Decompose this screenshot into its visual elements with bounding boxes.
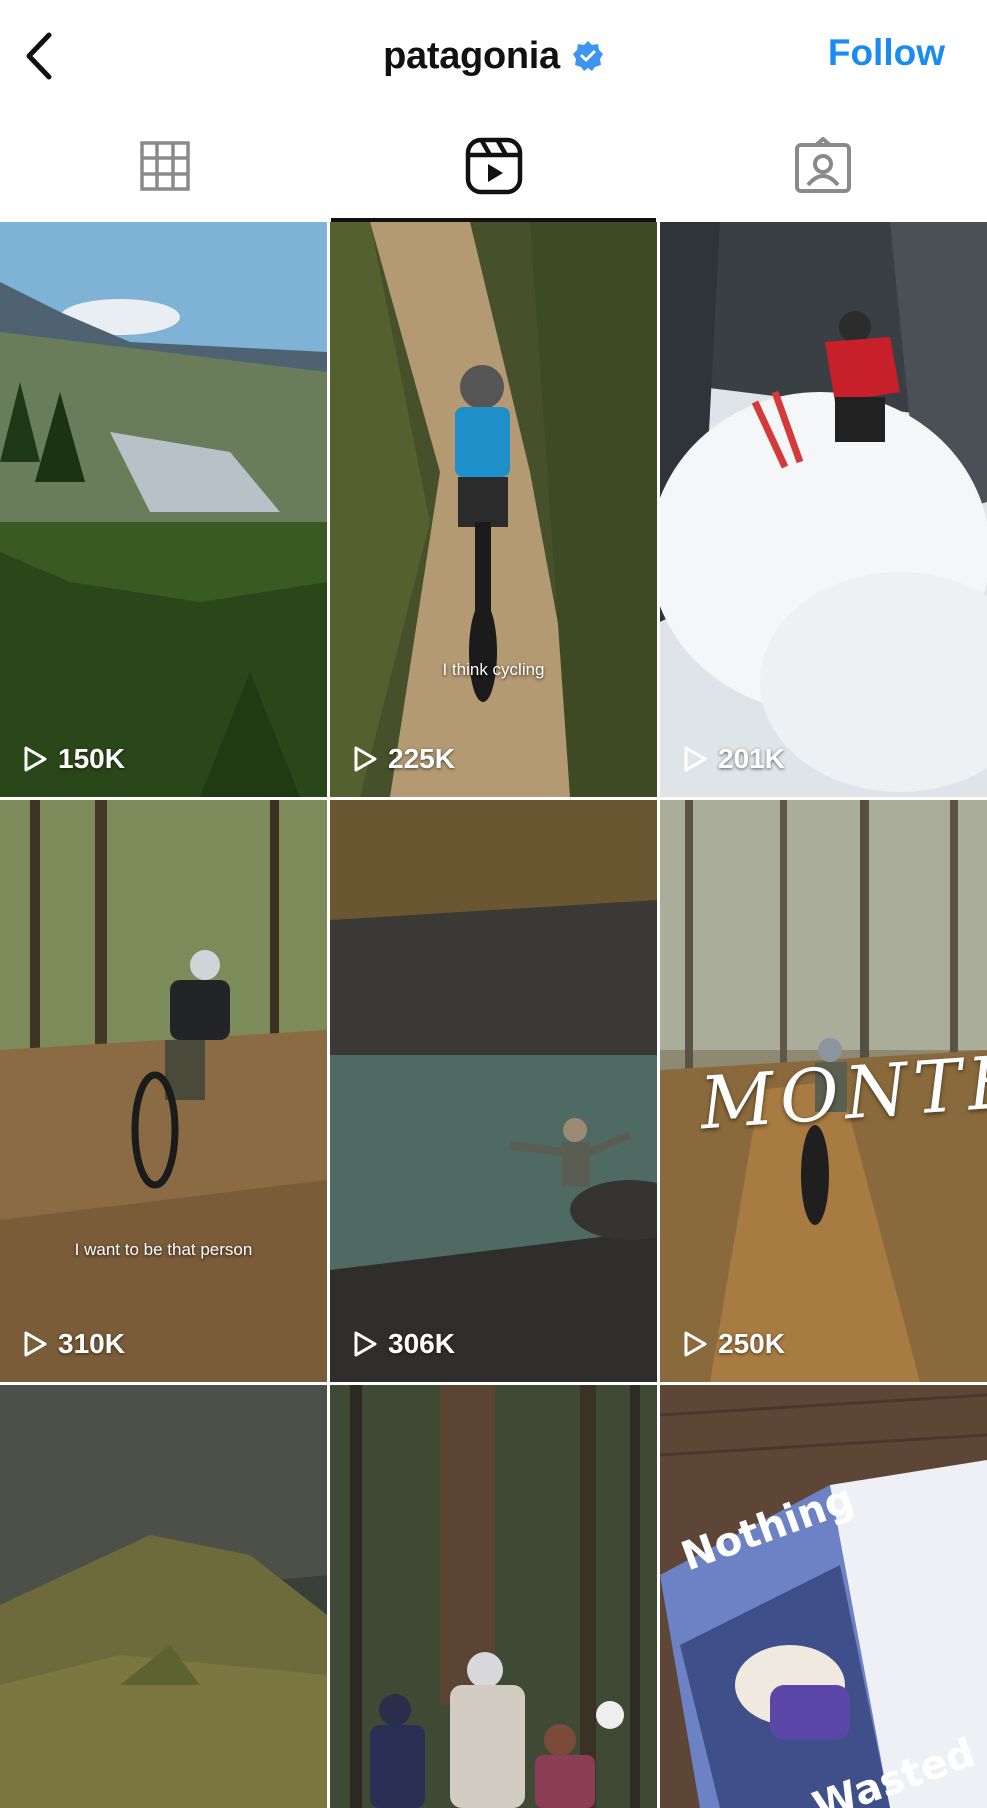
- reel-tile[interactable]: Nothing Wasted: [660, 1385, 987, 1808]
- reels-grid: 150K I think cycling 225K 201K I want to…: [0, 222, 987, 1808]
- reel-thumbnail-family-forest: [330, 1385, 657, 1808]
- reel-thumbnail-trail-cyclist: [330, 222, 657, 797]
- reel-tile[interactable]: [330, 1385, 657, 1808]
- tab-tagged[interactable]: [658, 110, 987, 222]
- reel-tile[interactable]: [0, 1385, 327, 1808]
- reel-tile[interactable]: MONTE 250K: [660, 800, 987, 1382]
- play-icon: [24, 746, 47, 772]
- play-icon: [354, 1331, 377, 1357]
- reels-icon: [465, 137, 522, 195]
- reel-tile[interactable]: 150K: [0, 222, 327, 797]
- profile-header: patagonia Follow: [0, 0, 987, 110]
- view-count-label: 201K: [718, 743, 785, 774]
- view-count-label: 150K: [58, 743, 125, 774]
- view-count-label: 250K: [718, 1328, 785, 1359]
- view-count: 201K: [682, 743, 785, 775]
- view-count: 310K: [22, 1328, 125, 1360]
- profile-tabs: [0, 110, 987, 222]
- reel-thumbnail-hillside: [0, 1385, 327, 1808]
- tagged-icon: [794, 137, 851, 193]
- play-icon: [684, 1331, 707, 1357]
- view-count-label: 225K: [388, 743, 455, 774]
- reel-thumbnail-powder-skier: [660, 222, 987, 797]
- play-icon: [24, 1331, 47, 1357]
- view-count: 150K: [22, 743, 125, 775]
- view-count-label: 306K: [388, 1328, 455, 1359]
- view-count: 306K: [352, 1328, 455, 1360]
- reel-thumbnail-river-wader: [330, 800, 657, 1382]
- reel-thumbnail-forest-rider: [0, 800, 327, 1382]
- profile-username: patagonia: [383, 34, 560, 77]
- reel-tile[interactable]: I want to be that person 310K: [0, 800, 327, 1382]
- view-count-label: 310K: [58, 1328, 125, 1359]
- reel-caption: I want to be that person: [74, 1240, 253, 1259]
- follow-button[interactable]: Follow: [828, 32, 945, 74]
- reel-thumbnail-mountain-lake: [0, 222, 327, 797]
- verified-badge-icon: [572, 41, 603, 71]
- view-count: 225K: [352, 743, 455, 775]
- tab-posts[interactable]: [0, 110, 329, 222]
- reel-tile[interactable]: 201K: [660, 222, 987, 797]
- reel-tile[interactable]: I think cycling 225K: [330, 222, 657, 797]
- tab-reels[interactable]: [329, 110, 658, 222]
- reel-tile[interactable]: 306K: [330, 800, 657, 1382]
- reel-caption: I think cycling: [442, 660, 545, 679]
- play-icon: [684, 746, 707, 772]
- play-icon: [354, 746, 377, 772]
- view-count: 250K: [682, 1328, 785, 1360]
- grid-icon: [139, 141, 190, 191]
